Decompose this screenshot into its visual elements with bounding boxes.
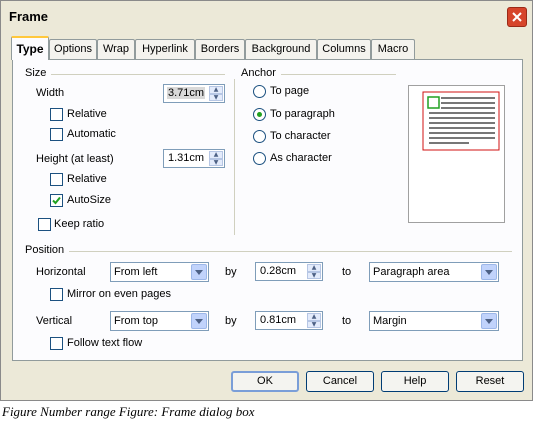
spin-down-icon[interactable]: ▼ (209, 158, 223, 166)
tab-macro[interactable]: Macro (371, 39, 415, 59)
help-button[interactable]: Help (381, 371, 449, 392)
tab-wrap[interactable]: Wrap (97, 39, 135, 59)
mirror-label: Mirror on even pages (67, 288, 171, 300)
position-separator (69, 251, 512, 252)
keep-ratio-label: Keep ratio (54, 218, 105, 230)
horizontal-to-value: Paragraph area (373, 266, 450, 278)
width-relative-label: Relative (67, 108, 107, 120)
width-automatic-checkbox[interactable] (50, 128, 63, 141)
chevron-down-icon[interactable] (191, 264, 207, 280)
vertical-to-label: to (342, 315, 352, 327)
frame-dialog: Frame Type Options Wrap Hyperlink Border… (0, 0, 533, 401)
height-label: Height (at least) (36, 153, 114, 165)
height-spinbox[interactable]: 1.31cm ▲ ▼ (163, 149, 225, 168)
vertical-to-value: Margin (373, 315, 407, 327)
anchor-heading: Anchor (241, 67, 276, 79)
spin-up-icon[interactable]: ▲ (307, 264, 321, 272)
width-relative-checkbox[interactable] (50, 108, 63, 121)
tab-columns[interactable]: Columns (317, 39, 371, 59)
close-icon (512, 12, 522, 22)
width-spinbox[interactable]: 3.71cm ▲ ▼ (163, 84, 225, 103)
width-label: Width (36, 87, 65, 99)
vertical-label: Vertical (36, 315, 73, 327)
autosize-checkbox[interactable] (50, 194, 63, 207)
vertical-by-label: by (225, 315, 237, 327)
anchor-to-paragraph-radio[interactable] (253, 108, 266, 121)
close-button[interactable] (507, 7, 527, 27)
anchor-as-character-label: As character (270, 152, 332, 164)
vertical-select[interactable]: From top (110, 311, 209, 331)
autosize-label: AutoSize (67, 194, 112, 206)
anchor-separator (281, 74, 396, 75)
mirror-checkbox[interactable] (50, 288, 63, 301)
spin-up-icon[interactable]: ▲ (209, 151, 223, 159)
height-spin-arrows[interactable]: ▲ ▼ (209, 151, 223, 166)
vertical-by-spin-arrows[interactable]: ▲ ▼ (307, 313, 321, 328)
anchor-to-page-label: To page (270, 85, 310, 97)
follow-text-flow-label: Follow text flow (67, 337, 143, 349)
tab-borders[interactable]: Borders (195, 39, 245, 59)
tab-background[interactable]: Background (245, 39, 317, 59)
horizontal-by-value: 0.28cm (260, 265, 297, 277)
spin-up-icon[interactable]: ▲ (307, 313, 321, 321)
page-preview-icon (422, 91, 500, 151)
height-relative-label: Relative (67, 173, 107, 185)
width-spin-arrows[interactable]: ▲ ▼ (209, 86, 223, 101)
tab-type[interactable]: Type (11, 36, 49, 60)
follow-text-flow-checkbox[interactable] (50, 337, 63, 350)
horizontal-select[interactable]: From left (110, 262, 209, 282)
vertical-by-value: 0.81cm (260, 314, 297, 326)
chevron-down-icon[interactable] (481, 313, 497, 329)
horizontal-to-label: to (342, 266, 352, 278)
vertical-by-spinbox[interactable]: 0.81cm ▲ ▼ (255, 311, 323, 330)
horizontal-by-spin-arrows[interactable]: ▲ ▼ (307, 264, 321, 279)
horizontal-by-label: by (225, 266, 237, 278)
horizontal-label: Horizontal (36, 266, 86, 278)
anchor-to-page-radio[interactable] (253, 85, 266, 98)
window-title: Frame (9, 9, 49, 24)
keep-ratio-checkbox[interactable] (38, 218, 51, 231)
vertical-value: From top (114, 315, 159, 327)
anchor-to-character-label: To character (270, 130, 331, 142)
spin-down-icon[interactable]: ▼ (209, 93, 223, 101)
figure-caption: Figure Number range Figure: Frame dialog… (2, 404, 255, 419)
position-heading: Position (25, 244, 65, 256)
title-bar: Frame (1, 1, 532, 31)
height-value: 1.31cm (168, 152, 205, 164)
checkmark-icon (52, 196, 61, 205)
width-value: 3.71cm (167, 87, 206, 99)
spin-down-icon[interactable]: ▼ (307, 320, 321, 328)
horizontal-value: From left (114, 266, 158, 278)
size-heading: Size (25, 67, 47, 79)
horizontal-by-spinbox[interactable]: 0.28cm ▲ ▼ (255, 262, 323, 281)
tab-hyperlink[interactable]: Hyperlink (135, 39, 195, 59)
tab-options[interactable]: Options (49, 39, 97, 59)
vertical-to-select[interactable]: Margin (369, 311, 499, 331)
chevron-down-icon[interactable] (191, 313, 207, 329)
anchor-as-character-radio[interactable] (253, 152, 266, 165)
height-relative-checkbox[interactable] (50, 173, 63, 186)
width-automatic-label: Automatic (67, 128, 116, 140)
size-separator (51, 74, 225, 75)
horizontal-to-select[interactable]: Paragraph area (369, 262, 499, 282)
cancel-button[interactable]: Cancel (306, 371, 374, 392)
chevron-down-icon[interactable] (481, 264, 497, 280)
spin-down-icon[interactable]: ▼ (307, 271, 321, 279)
spin-up-icon[interactable]: ▲ (209, 86, 223, 94)
anchor-to-paragraph-label: To paragraph (270, 108, 335, 120)
vertical-separator (234, 79, 235, 235)
ok-button[interactable]: OK (231, 371, 299, 392)
frame-preview (408, 85, 505, 223)
reset-button[interactable]: Reset (456, 371, 524, 392)
anchor-to-character-radio[interactable] (253, 130, 266, 143)
